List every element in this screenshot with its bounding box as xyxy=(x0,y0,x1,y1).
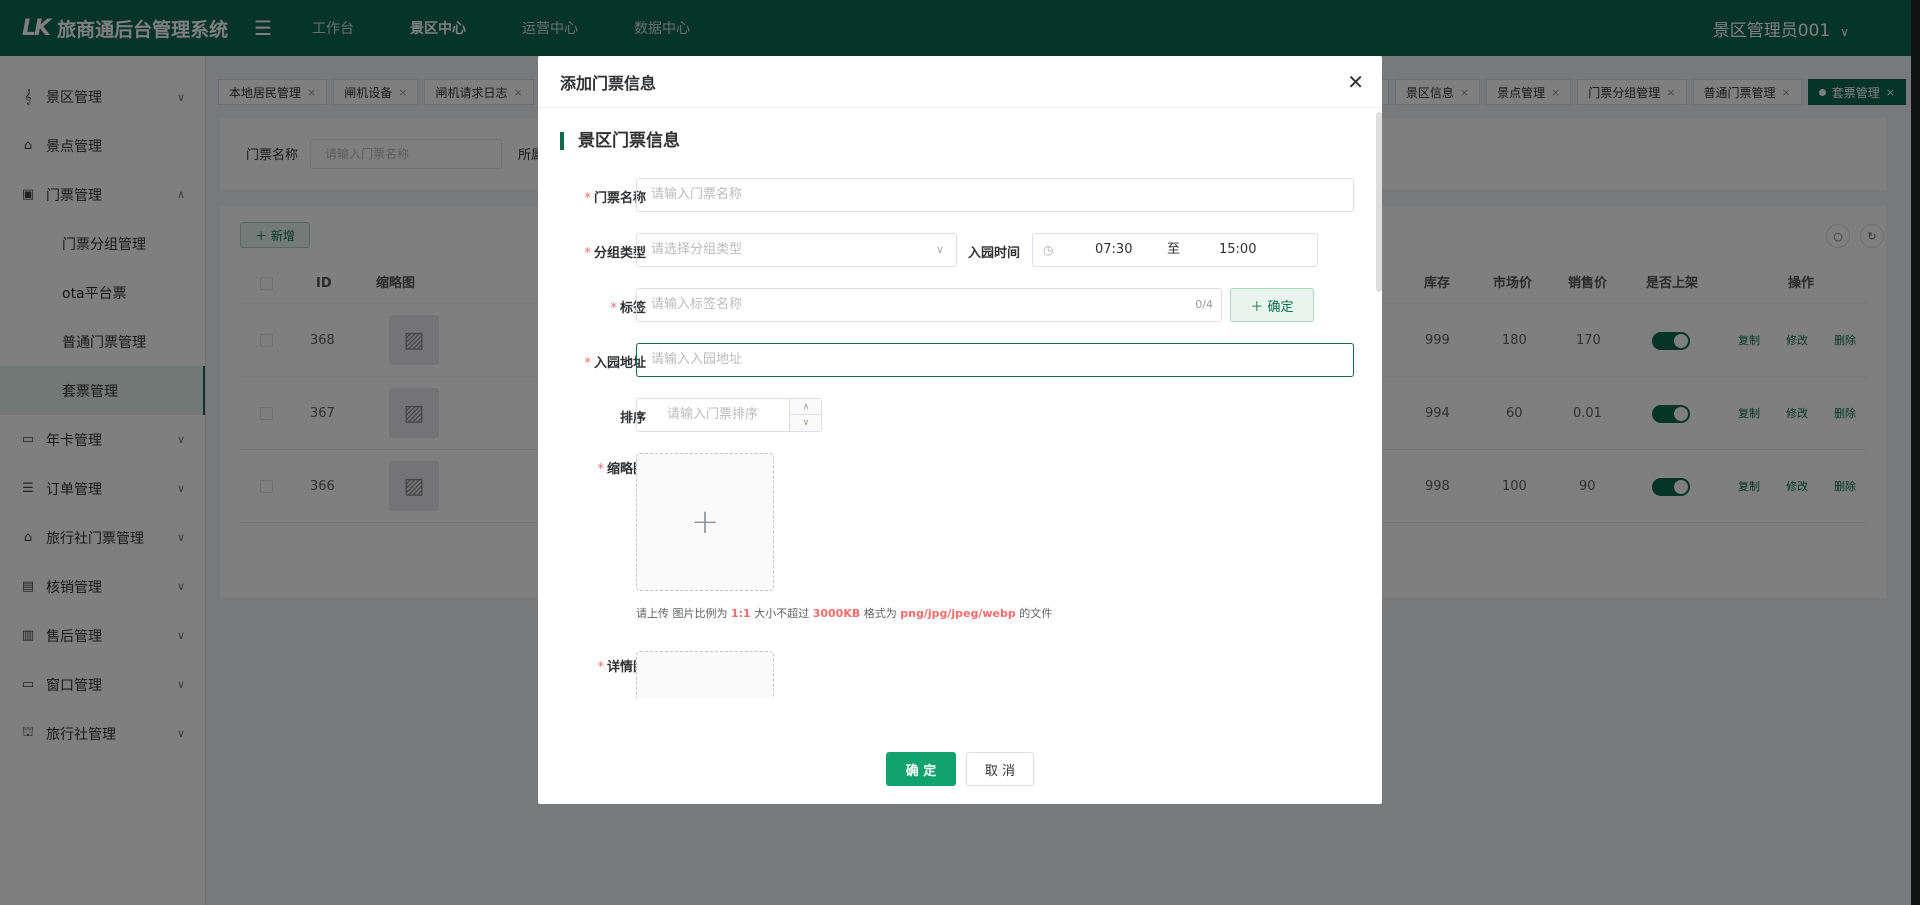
plus-icon: + xyxy=(690,502,720,542)
entry-address-input[interactable]: 请输入入园地址 xyxy=(636,343,1354,377)
tag-placeholder: 请输入标签名称 xyxy=(651,297,743,312)
close-icon[interactable]: ✕ xyxy=(1347,70,1364,94)
dialog-body: 景区门票信息 * 门票名称 请输入门票名称 * 分组类型 请选择分组类型 ∨ 入园时间… xyxy=(538,108,1382,698)
time-end[interactable]: 15:00 xyxy=(1219,234,1256,266)
tag-input[interactable]: 请输入标签名称 0/4 xyxy=(636,288,1222,322)
chevron-down-icon[interactable]: ∨ xyxy=(790,415,822,431)
clock-icon: ◷ xyxy=(1043,243,1054,257)
sort-placeholder: 请输入门票排序 xyxy=(667,407,759,422)
group-type-select[interactable]: 请选择分组类型 ∨ xyxy=(636,233,957,267)
group-placeholder: 请选择分组类型 xyxy=(651,242,743,257)
upload-hint: 请上传 图片比例为 1:1 大小不超过 3000KB 格式为 png/jpg/j… xyxy=(636,607,1053,620)
tag-count: 0/4 xyxy=(1195,298,1213,311)
stepper-buttons: ∧ ∨ xyxy=(789,399,822,431)
entry-time-label: 入园时间 xyxy=(968,246,1021,261)
tag-confirm-button[interactable]: ＋ 确定 xyxy=(1230,288,1314,322)
thumb-upload[interactable]: + xyxy=(636,453,774,591)
time-start[interactable]: 07:30 xyxy=(1095,234,1132,266)
cancel-button[interactable]: 取 消 xyxy=(966,752,1034,786)
dialog-title: 添加门票信息 xyxy=(538,56,1382,108)
confirm-button[interactable]: 确 定 xyxy=(886,752,956,786)
detail-upload[interactable]: + xyxy=(636,651,774,698)
sort-stepper[interactable]: 请输入门票排序 ∧ ∨ xyxy=(636,398,822,432)
chevron-down-icon: ∨ xyxy=(935,243,944,256)
section-title: 景区门票信息 xyxy=(560,132,680,150)
entry-time-range[interactable]: ◷ 07:30 至 15:00 xyxy=(1032,233,1318,267)
ticket-name-input[interactable]: 请输入门票名称 xyxy=(636,178,1354,212)
time-separator: 至 xyxy=(1167,242,1181,257)
chevron-up-icon[interactable]: ∧ xyxy=(790,399,822,415)
add-ticket-dialog: 添加门票信息 ✕ 景区门票信息 * 门票名称 请输入门票名称 * 分组类型 请选择分… xyxy=(538,56,1382,804)
